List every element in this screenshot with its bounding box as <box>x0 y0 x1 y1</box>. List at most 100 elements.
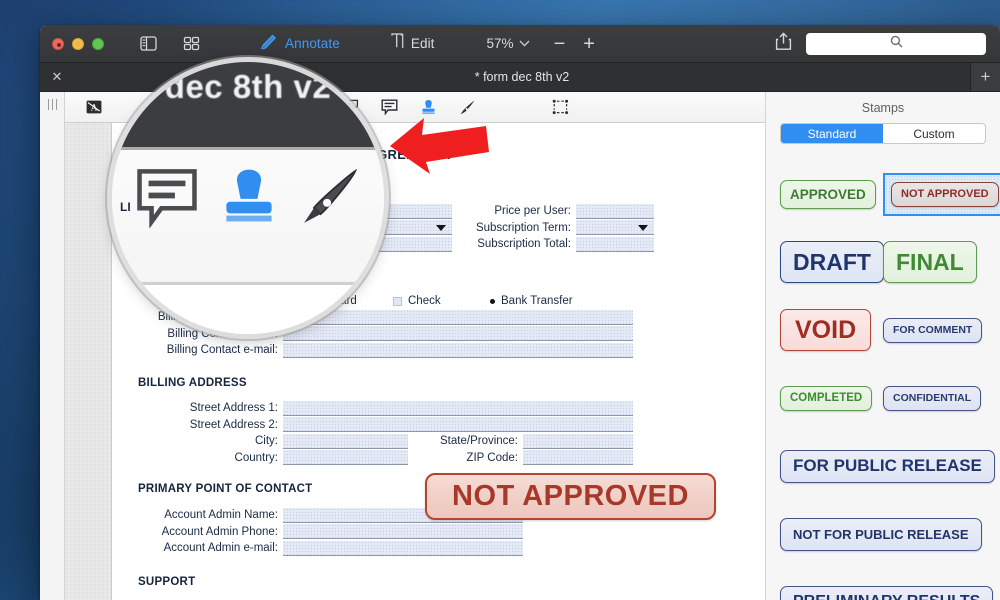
sidebar-drag-handle[interactable] <box>47 99 57 110</box>
option-label: Check <box>408 295 441 308</box>
stamp-item[interactable]: FINAL <box>883 228 986 296</box>
payment-option-bank-transfer[interactable]: Bank Transfer <box>490 295 573 307</box>
checkbox-icon <box>393 296 402 306</box>
stamp-item[interactable]: NOT APPROVED <box>883 160 1000 228</box>
option-label: Bank Transfer <box>501 295 573 308</box>
billing-contact-email-input[interactable] <box>283 342 633 358</box>
new-tab-button[interactable]: + <box>970 63 1000 91</box>
selection-icon[interactable] <box>552 92 569 123</box>
form-row: Subscription Total: <box>436 236 654 253</box>
stamps-panel-title: Stamps <box>861 101 905 115</box>
magnifier-loupe: dec 8th v2 LI <box>112 62 384 334</box>
annotate-label: Annotate <box>285 36 340 51</box>
form-row: Price per User: <box>436 203 654 220</box>
street-address-1-input[interactable] <box>283 400 633 416</box>
zoom-window-button[interactable] <box>92 37 104 50</box>
stamp-item[interactable]: PRELIMINARY RESULTS <box>780 568 994 600</box>
annotate-button[interactable]: Annotate <box>260 33 340 54</box>
country-input[interactable] <box>283 450 408 466</box>
stamp-confidential[interactable]: CONFIDENTIAL <box>883 385 982 411</box>
field-label: Account Admin Name: <box>164 509 278 522</box>
minimize-window-button[interactable] <box>72 37 84 50</box>
stamp-not-for-public-release[interactable]: NOT FOR PUBLIC RELEASE <box>780 517 982 551</box>
page-thumbnail-strip[interactable] <box>65 123 112 600</box>
stamps-grid: APPROVED NOT APPROVED DRAFT FINAL VOID F… <box>780 160 1000 600</box>
stamp-approved[interactable]: APPROVED <box>780 179 876 209</box>
zip-code-input[interactable] <box>523 450 633 466</box>
field-label: Street Address 1: <box>189 402 278 415</box>
text-cursor-icon <box>390 33 405 54</box>
stamp-item[interactable]: NOT FOR PUBLIC RELEASE <box>780 500 986 568</box>
field-label: Country: <box>234 451 278 464</box>
radio-selected-icon <box>490 298 495 304</box>
edit-button[interactable]: Edit <box>390 33 435 54</box>
stamp-item[interactable]: DRAFT <box>780 228 884 296</box>
signature-pen-icon[interactable] <box>299 166 361 233</box>
stamp-void[interactable]: VOID <box>780 309 872 351</box>
magnified-document-title: dec 8th v2 <box>164 68 332 105</box>
city-input[interactable] <box>283 433 408 449</box>
section-title: SUPPORT <box>138 576 196 588</box>
stamps-panel: Stamps Standard Custom APPROVED NOT APPR… <box>765 92 1000 600</box>
stamp-item[interactable]: CONFIDENTIAL <box>883 364 986 432</box>
search-input[interactable] <box>806 33 986 55</box>
account-admin-email-input[interactable] <box>283 540 523 556</box>
stamp-item[interactable]: COMPLETED <box>780 364 883 432</box>
traffic-light-buttons <box>52 37 104 50</box>
note-icon[interactable] <box>135 166 199 233</box>
share-icon[interactable] <box>775 32 792 56</box>
stamp-item[interactable]: VOID <box>780 296 883 364</box>
subscription-fields: Price per User: Subscription Term: Subsc… <box>436 203 654 253</box>
street-address-2-input[interactable] <box>283 417 633 433</box>
stamp-not-approved[interactable]: NOT APPROVED <box>891 181 999 207</box>
payment-option-check[interactable]: Check <box>393 295 490 307</box>
stamp-item[interactable]: APPROVED <box>780 160 883 228</box>
state-province-input[interactable] <box>523 433 633 449</box>
zoom-controls: 57% − + <box>487 34 601 54</box>
stamp-item[interactable]: FOR COMMENT <box>883 296 986 364</box>
stamp-for-public-release[interactable]: FOR PUBLIC RELEASE <box>780 449 995 483</box>
form-row: Street Address 1: <box>138 400 633 417</box>
account-admin-phone-input[interactable] <box>283 524 523 540</box>
form-row: Street Address 2: <box>138 417 633 434</box>
tab-standard-stamps[interactable]: Standard <box>781 124 883 143</box>
field-label: State/Province: <box>440 435 518 448</box>
zoom-level-value[interactable]: 57% <box>487 36 514 51</box>
thumbnail-grid-icon[interactable] <box>177 34 206 53</box>
window-titlebar: Annotate Edit 57% − + <box>40 25 1000 63</box>
placed-stamp-annotation[interactable]: NOT APPROVED <box>425 473 716 520</box>
field-label: City: <box>255 435 278 448</box>
price-per-user-input[interactable] <box>576 203 654 219</box>
callout-arrow-icon <box>386 112 491 179</box>
stamp-final[interactable]: FINAL <box>883 241 977 283</box>
markup-pen-icon <box>260 33 278 54</box>
form-row: Account Admin Phone: <box>138 524 523 541</box>
subscription-term-dropdown[interactable] <box>576 220 654 236</box>
field-label: Street Address 2: <box>189 418 278 431</box>
zoom-in-button[interactable]: + <box>577 34 601 54</box>
stamp-icon[interactable] <box>218 166 280 233</box>
form-row: Billing Contact e-mail: <box>138 342 633 359</box>
form-row: Account Admin e-mail: <box>138 540 523 557</box>
stamp-item[interactable]: FOR PUBLIC RELEASE <box>780 432 995 500</box>
support-section: SUPPORT <box>138 576 195 588</box>
stamp-completed[interactable]: COMPLETED <box>780 385 873 411</box>
stamp-for-comment[interactable]: FOR COMMENT <box>883 317 983 343</box>
stamp-draft[interactable]: DRAFT <box>780 241 884 283</box>
field-label: ZIP Code: <box>466 451 518 464</box>
stamp-preliminary-results[interactable]: PRELIMINARY RESULTS <box>780 585 994 600</box>
billing-address-section: BILLING ADDRESS <box>138 377 247 389</box>
sidebar-icon[interactable] <box>134 34 163 53</box>
close-window-button[interactable] <box>52 37 64 50</box>
magnified-icons <box>112 166 384 233</box>
selected-stamp-highlight[interactable]: NOT APPROVED <box>883 172 1000 216</box>
subscription-total-input[interactable] <box>576 236 654 252</box>
primary-contact-section: PRIMARY POINT OF CONTACT <box>138 483 312 495</box>
chevron-down-icon[interactable] <box>519 38 530 50</box>
magnified-toolbar: LI <box>112 150 384 334</box>
tab-custom-stamps[interactable]: Custom <box>883 124 985 143</box>
close-tab-button[interactable]: ✕ <box>40 63 74 91</box>
magnified-titlebar: dec 8th v2 <box>112 62 384 150</box>
zoom-out-button[interactable]: − <box>548 34 572 54</box>
field-label: Billing Contact e-mail: <box>166 344 278 357</box>
